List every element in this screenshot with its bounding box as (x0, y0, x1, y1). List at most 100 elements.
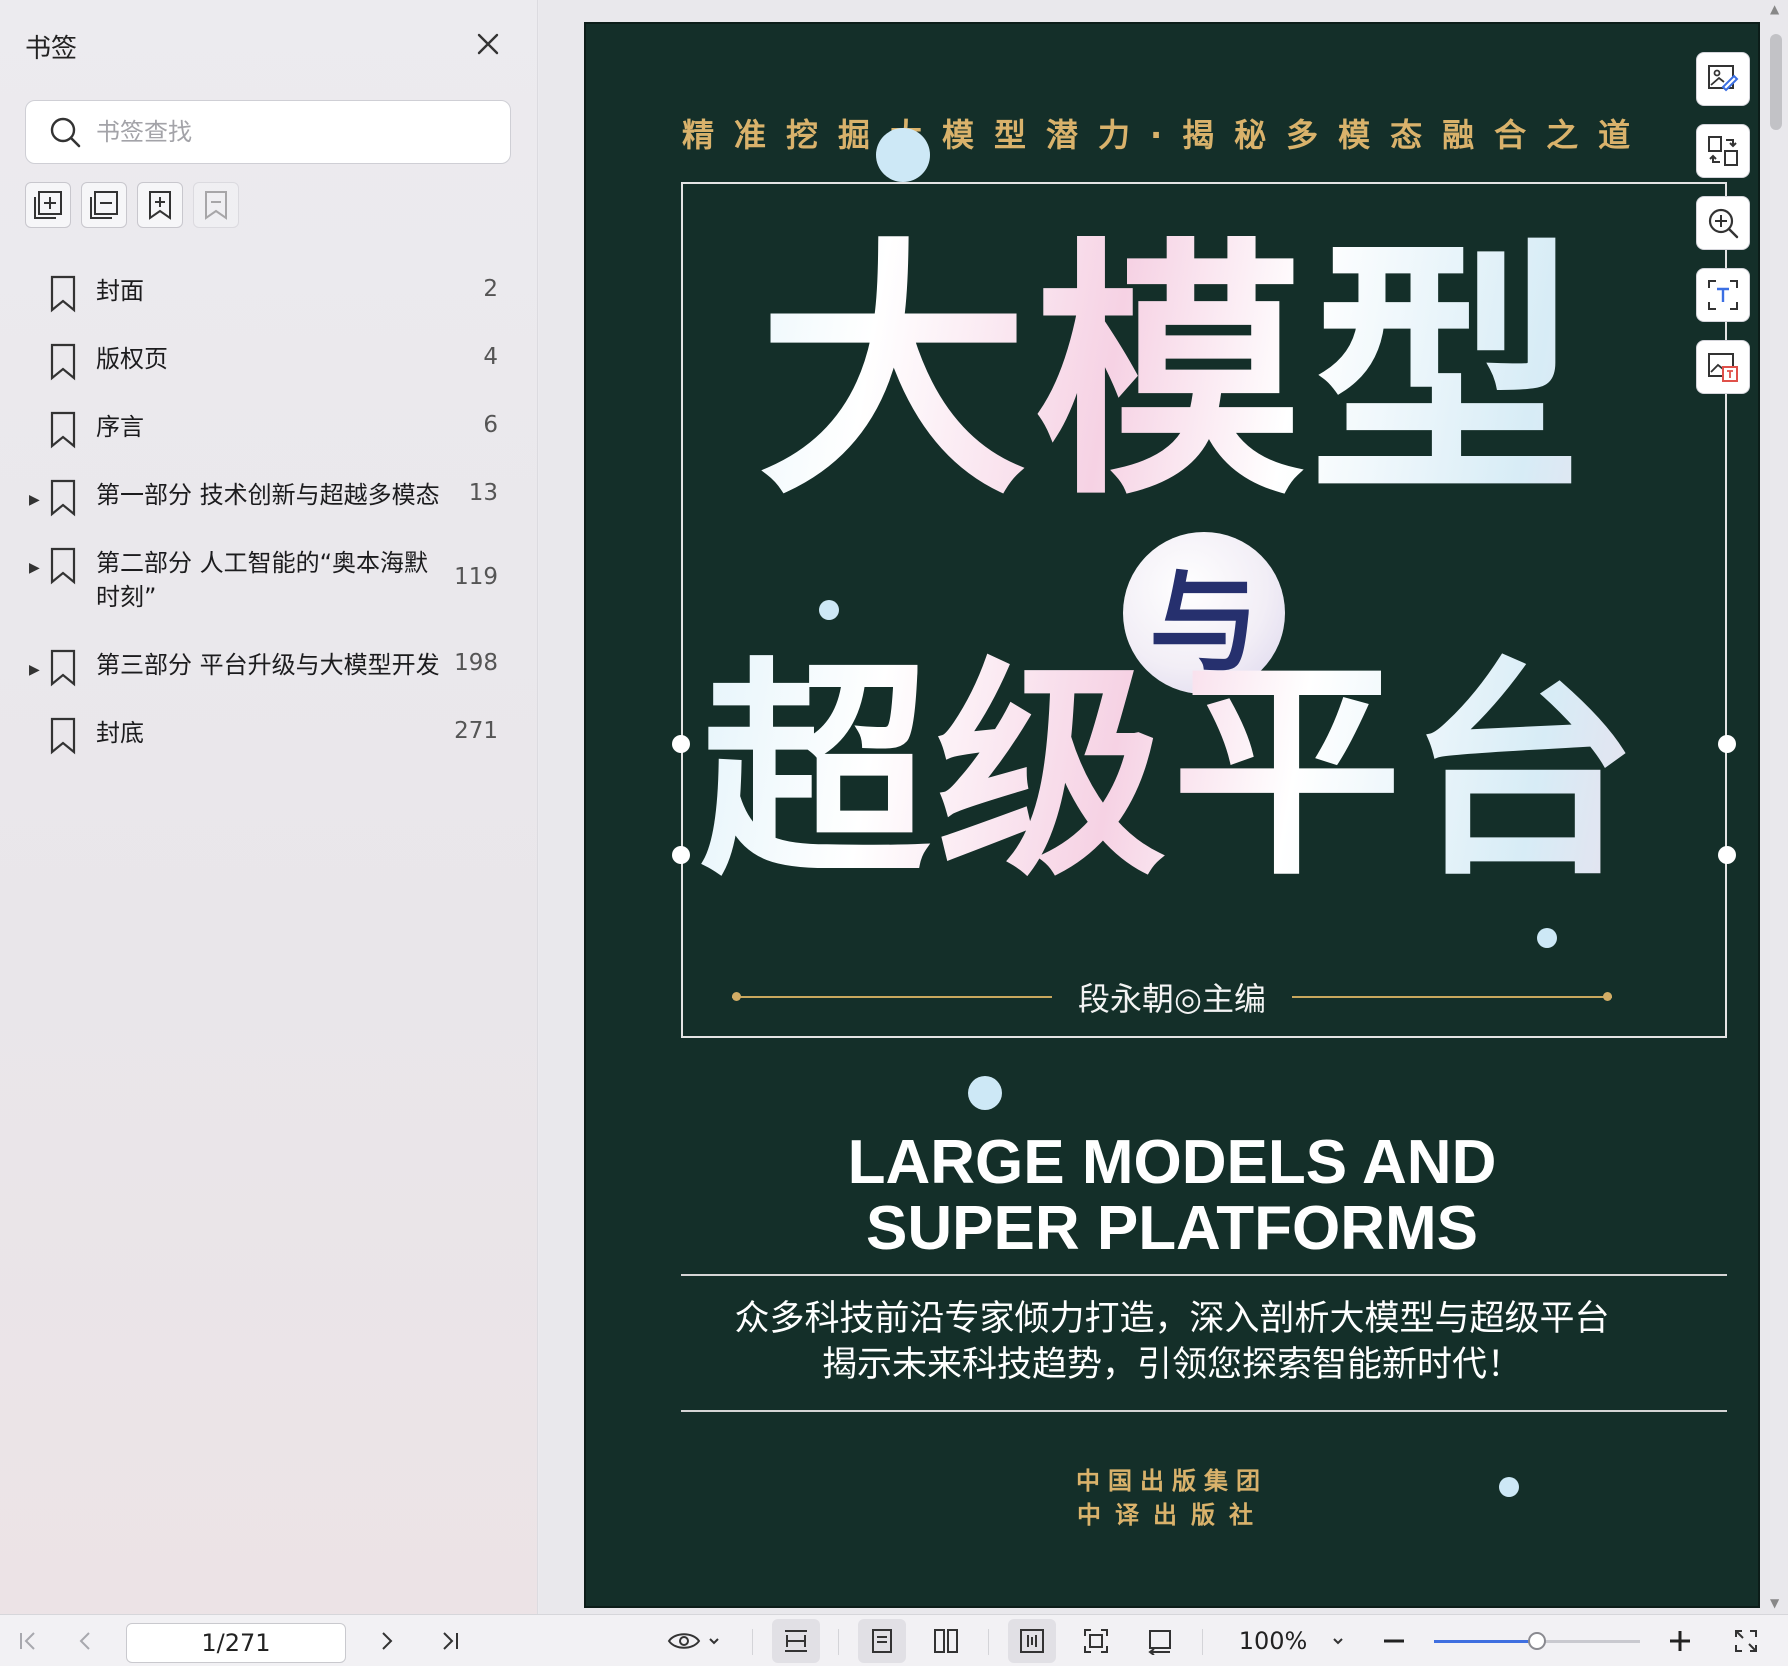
bookmark-item-part2[interactable]: ▶ 第二部分 人工智能的“奥本海默时刻” 119 (0, 532, 538, 634)
toolbar-separator (1202, 1629, 1203, 1655)
continuous-scroll-button[interactable] (1008, 1619, 1056, 1663)
english-title-line1: LARGE MODELS AND (847, 1128, 1497, 1197)
toolbar-separator (838, 1629, 839, 1655)
bookmark-label: 封底 (96, 719, 144, 747)
minus-icon (1384, 1639, 1404, 1643)
last-page-icon (443, 1632, 458, 1650)
chevron-down-icon (1333, 1638, 1344, 1645)
convert-button[interactable] (1696, 124, 1750, 178)
fullscreen-icon (1735, 1630, 1757, 1652)
fullscreen-button[interactable] (1728, 1615, 1764, 1666)
publisher-group: 中国出版集团 (1076, 1467, 1268, 1495)
bookmark-page: 2 (483, 276, 498, 302)
single-page-icon (872, 1629, 892, 1653)
bookmark-page: 198 (454, 650, 498, 676)
zoom-level-value: 100% (1238, 1627, 1308, 1655)
toolbar-separator (988, 1629, 989, 1655)
previous-page-button[interactable] (66, 1615, 106, 1666)
search-icon (50, 117, 81, 148)
next-page-button[interactable] (366, 1615, 406, 1666)
convert-icon (1708, 136, 1738, 166)
remove-bookmark-button[interactable] (193, 182, 239, 228)
bookmark-page: 6 (483, 412, 498, 438)
editor-divider-right (1291, 992, 1612, 1001)
chevron-right-icon (382, 1632, 393, 1650)
fit-width-button[interactable] (772, 1619, 820, 1663)
bottom-toolbar: 100% (0, 1614, 1788, 1666)
decorative-dot (876, 128, 930, 182)
remove-bookmark-icon (205, 191, 227, 220)
rotate-button[interactable] (1136, 1615, 1184, 1666)
bookmark-item-copyright[interactable]: 版权页 4 (0, 328, 538, 396)
rotate-icon (1148, 1630, 1171, 1655)
cover-title-line2: 超级平台 (586, 644, 1758, 904)
bookmark-icon (50, 479, 76, 517)
text-recognize-button[interactable] (1696, 268, 1750, 322)
close-sidebar-button[interactable] (472, 28, 504, 60)
collapse-all-button[interactable] (81, 182, 127, 228)
scroll-down-icon[interactable]: ▼ (1770, 1596, 1779, 1610)
continuous-scroll-icon (1020, 1629, 1044, 1653)
bookmark-search-input[interactable] (96, 118, 476, 146)
expand-arrow-icon[interactable]: ▶ (29, 492, 40, 508)
read-mode-button[interactable] (660, 1615, 728, 1666)
bookmark-item-back-cover[interactable]: 封底 271 (0, 702, 538, 770)
cover-editor: 段永朝◎主编 (1078, 980, 1266, 1018)
first-page-icon (20, 1632, 35, 1650)
page-number-input[interactable] (126, 1623, 346, 1663)
double-page-button[interactable] (922, 1615, 970, 1666)
single-page-button[interactable] (858, 1619, 906, 1663)
document-viewer[interactable]: 精准挖掘大模型潜力·揭秘多模态融合之道 大模型 与 超级平台 段永朝◎主编 LA… (539, 0, 1788, 1614)
bookmark-item-cover[interactable]: 封面 2 (0, 260, 538, 328)
sidebar-title: 书签 (25, 34, 78, 64)
vertical-scrollbar[interactable]: ▲ ▼ (1764, 0, 1788, 1614)
bookmark-page: 119 (454, 564, 498, 590)
bookmark-icon (50, 547, 76, 585)
image-edit-icon (1708, 65, 1739, 92)
bookmark-item-part3[interactable]: ▶ 第三部分 平台升级与大模型开发 198 (0, 634, 538, 702)
add-bookmark-icon (149, 191, 171, 220)
bookmark-icon (50, 717, 76, 755)
cover-divider-bottom (681, 1410, 1727, 1412)
bookmark-label: 第二部分 人工智能的“奥本海默时刻” (96, 549, 429, 611)
bookmark-label: 版权页 (96, 345, 168, 373)
zoom-in-bar-button[interactable] (1662, 1615, 1698, 1666)
zoom-in-button[interactable] (1696, 196, 1750, 250)
expand-all-icon (34, 191, 62, 219)
zoom-out-button[interactable] (1376, 1615, 1412, 1666)
fit-page-icon (1084, 1629, 1108, 1653)
decorative-dot (968, 1076, 1002, 1110)
expand-all-button[interactable] (25, 182, 71, 228)
bookmark-icon (50, 649, 76, 687)
fit-width-icon (785, 1630, 807, 1652)
decorative-dot (1537, 928, 1557, 948)
image-translate-button[interactable] (1696, 340, 1750, 394)
book-cover-page: 精准挖掘大模型潜力·揭秘多模态融合之道 大模型 与 超级平台 段永朝◎主编 LA… (584, 22, 1760, 1608)
bookmark-item-part1[interactable]: ▶ 第一部分 技术创新与超越多模态 13 (0, 464, 538, 532)
bookmark-search-box[interactable] (25, 100, 511, 164)
text-recognize-icon (1708, 280, 1738, 310)
bookmark-icon (50, 411, 76, 449)
bookmark-page: 4 (483, 344, 498, 370)
scroll-up-icon[interactable]: ▲ (1770, 2, 1779, 16)
editor-divider-left (732, 992, 1053, 1001)
zoom-slider-knob[interactable] (1528, 1632, 1546, 1650)
last-page-button[interactable] (430, 1615, 470, 1666)
zoom-slider[interactable] (1434, 1632, 1640, 1650)
image-edit-button[interactable] (1696, 52, 1750, 106)
cover-title-line1: 大模型 (586, 229, 1758, 519)
cover-desc-line1: 众多科技前沿专家倾力打造，深入剖析大模型与超级平台 (734, 1299, 1610, 1339)
scroll-thumb[interactable] (1770, 34, 1782, 130)
bookmark-toolbar (25, 182, 239, 228)
expand-arrow-icon[interactable]: ▶ (29, 560, 40, 576)
fit-page-button[interactable] (1072, 1615, 1120, 1666)
decorative-dot (819, 600, 839, 620)
first-page-button[interactable] (8, 1615, 48, 1666)
zoom-level-select[interactable]: 100% (1232, 1615, 1352, 1666)
bookmark-item-preface[interactable]: 序言 6 (0, 396, 538, 464)
add-bookmark-button[interactable] (137, 182, 183, 228)
zoom-slider-fill (1434, 1640, 1537, 1643)
zoom-in-icon (1708, 208, 1739, 239)
bookmark-page: 13 (468, 480, 498, 506)
expand-arrow-icon[interactable]: ▶ (29, 662, 40, 678)
